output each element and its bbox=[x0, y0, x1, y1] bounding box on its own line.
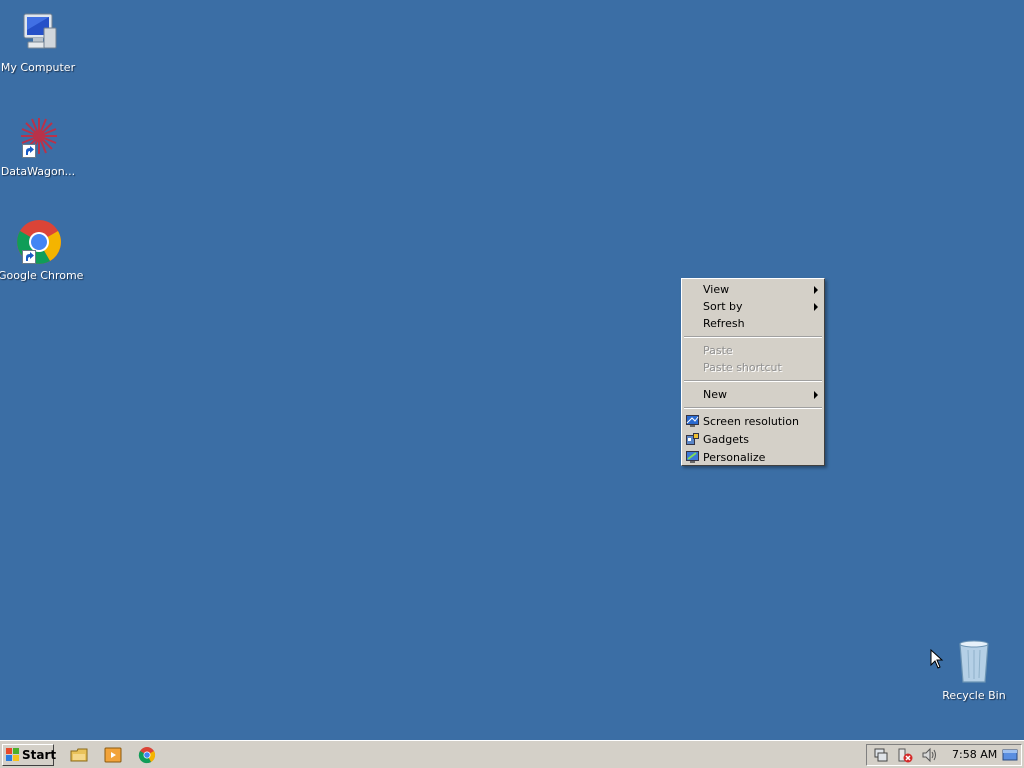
desktop-icon-label: Recycle Bin bbox=[942, 689, 1006, 702]
submenu-arrow-icon bbox=[814, 286, 818, 294]
chrome-icon bbox=[14, 218, 62, 266]
show-desktop-icon[interactable] bbox=[1002, 747, 1018, 763]
desktop-icon-google-chrome[interactable]: Google Chrome bbox=[0, 218, 84, 282]
taskbar: Start 7:58 AM bbox=[0, 740, 1024, 768]
menu-item-sort-by[interactable]: Sort by bbox=[682, 298, 824, 315]
menu-item-label: Sort by bbox=[703, 300, 743, 313]
desktop-icon-label: My Computer bbox=[0, 61, 76, 74]
menu-separator bbox=[684, 407, 822, 409]
menu-item-refresh[interactable]: Refresh bbox=[682, 315, 824, 332]
submenu-arrow-icon bbox=[814, 391, 818, 399]
windows-logo-icon bbox=[6, 748, 20, 762]
menu-item-label: Paste shortcut bbox=[703, 361, 782, 374]
shortcut-arrow-icon bbox=[22, 144, 36, 158]
start-button-label: Start bbox=[22, 748, 57, 762]
menu-item-label: Refresh bbox=[703, 317, 745, 330]
menu-item-label: View bbox=[703, 283, 730, 296]
menu-item-label: Paste bbox=[703, 344, 733, 357]
submenu-arrow-icon bbox=[814, 303, 818, 311]
my-computer-icon bbox=[14, 10, 62, 58]
menu-item-personalize[interactable]: Personalize bbox=[682, 449, 824, 467]
menu-item-new[interactable]: New bbox=[682, 386, 824, 403]
menu-item-paste-shortcut: Paste shortcut bbox=[682, 359, 824, 376]
menu-item-label: New bbox=[703, 388, 727, 401]
menu-item-view[interactable]: View bbox=[682, 281, 824, 298]
menu-item-label: Personalize bbox=[703, 451, 766, 464]
menu-item-label: Screen resolution bbox=[703, 415, 799, 428]
desktop-icon-datawagon[interactable]: DataWagon... bbox=[0, 114, 78, 178]
desktop-icon-my-computer[interactable]: My Computer bbox=[0, 10, 78, 74]
start-button[interactable]: Start bbox=[2, 744, 57, 766]
shortcut-arrow-icon bbox=[22, 250, 36, 264]
media-player-icon[interactable] bbox=[104, 746, 122, 764]
personalize-icon bbox=[686, 451, 699, 463]
chrome-icon[interactable] bbox=[138, 746, 156, 764]
menu-separator bbox=[684, 380, 822, 382]
explorer-icon[interactable] bbox=[70, 746, 88, 764]
screen-resolution-icon bbox=[686, 415, 699, 427]
network-icon[interactable] bbox=[873, 747, 889, 763]
recycle-bin-icon bbox=[950, 638, 998, 686]
menu-item-gadgets[interactable]: Gadgets bbox=[682, 431, 824, 449]
menu-item-paste: Paste bbox=[682, 342, 824, 359]
gadgets-icon bbox=[686, 433, 699, 445]
desktop-context-menu: View Sort by Refresh Paste Paste shortcu… bbox=[681, 278, 825, 466]
mouse-cursor-icon bbox=[930, 648, 944, 670]
desktop-icon-recycle-bin[interactable]: Recycle Bin bbox=[934, 638, 1014, 702]
menu-separator bbox=[684, 336, 822, 338]
action-center-icon[interactable] bbox=[897, 747, 913, 763]
desktop-icon-label: Google Chrome bbox=[0, 269, 84, 282]
menu-item-label: Gadgets bbox=[703, 433, 750, 446]
desktop-icon-label: DataWagon... bbox=[0, 165, 76, 178]
taskbar-clock[interactable]: 7:58 AM bbox=[952, 745, 997, 765]
system-tray: 7:58 AM bbox=[866, 744, 1022, 766]
datawagon-icon bbox=[14, 114, 62, 162]
volume-icon[interactable] bbox=[921, 747, 937, 763]
menu-item-screen-resolution[interactable]: Screen resolution bbox=[682, 413, 824, 431]
